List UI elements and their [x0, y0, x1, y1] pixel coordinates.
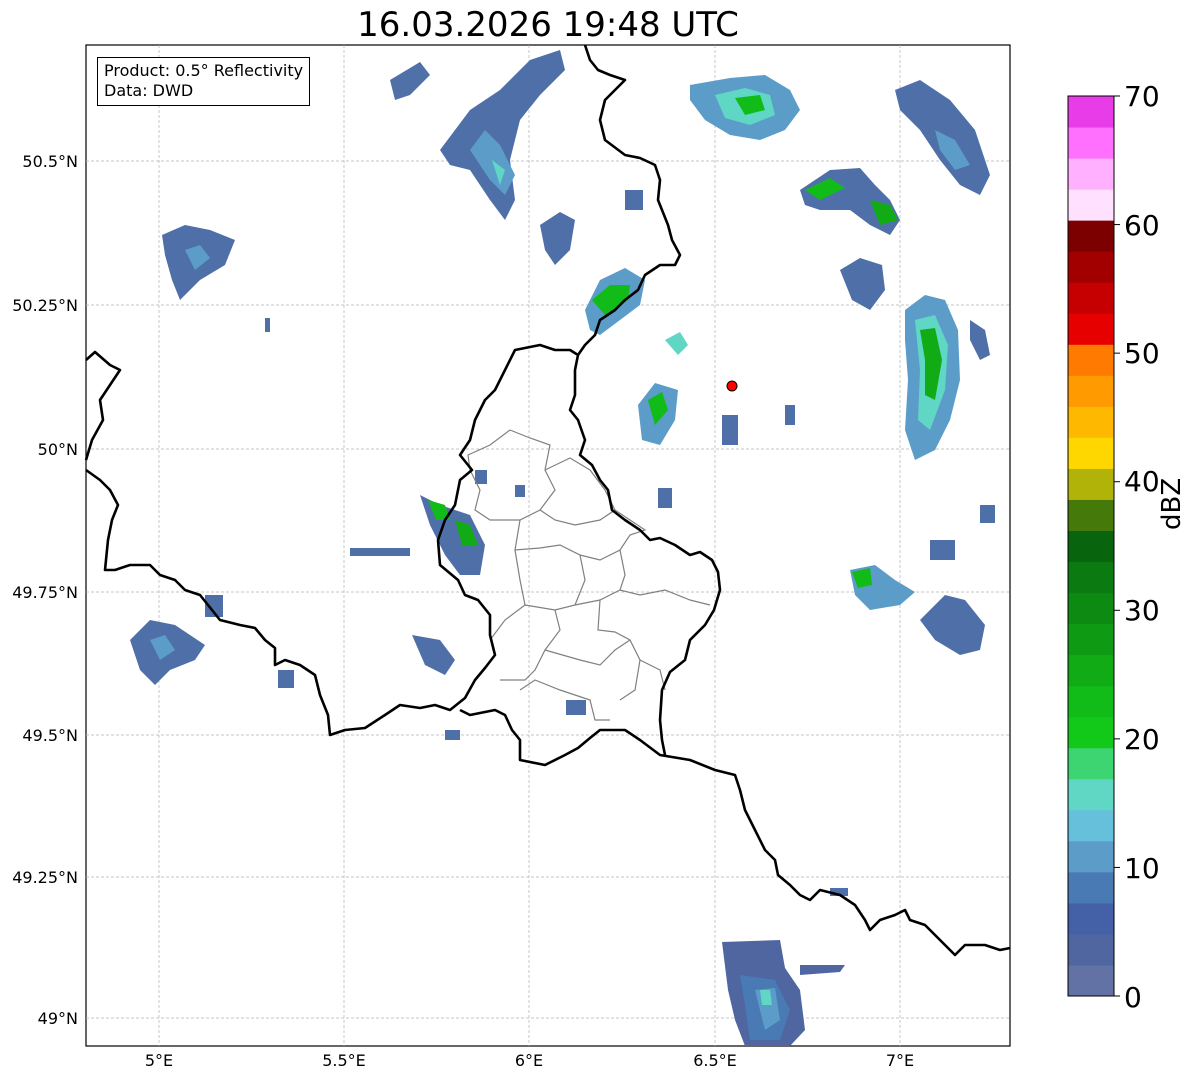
colorbar-segment [1068, 871, 1114, 904]
colorbar-segment [1068, 220, 1114, 252]
colorbar-segment [1068, 127, 1114, 159]
colorbar-segment [1068, 747, 1114, 780]
colorbar-segment [1068, 685, 1114, 718]
colorbar-tick: 30 [1124, 594, 1160, 627]
lon-label: 5°E [145, 1051, 173, 1070]
lon-label: 6°E [515, 1051, 543, 1070]
colorbar-segment [1068, 809, 1114, 842]
colorbar-segment [1068, 375, 1114, 407]
colorbar-label: dBZ [1157, 477, 1187, 530]
colorbar-tick: 60 [1124, 209, 1160, 242]
colorbar-segment [1068, 933, 1114, 966]
colorbar-segment [1068, 623, 1114, 656]
colorbar-segment [1068, 96, 1114, 128]
radar-map: 50.5°N 50.25°N 50°N 49.75°N 49.5°N 49.25… [12, 44, 1160, 1070]
colorbar-segment [1068, 964, 1114, 997]
colorbar-segment [1068, 344, 1114, 376]
colorbar-segment [1068, 158, 1114, 190]
colorbar-segment [1068, 592, 1114, 625]
lat-label: 50.5°N [22, 152, 78, 171]
colorbar-tick: 70 [1124, 80, 1160, 113]
colorbar-segment [1068, 561, 1114, 594]
lat-label: 49°N [38, 1009, 78, 1028]
data-source-label: Data: DWD [104, 81, 194, 100]
colorbar [1067, 95, 1120, 997]
longitude-labels: 5°E 5.5°E 6°E 6.5°E 7°E [145, 1051, 914, 1070]
radar-site-marker [726, 380, 738, 392]
colorbar-segment [1068, 313, 1114, 345]
colorbar-segment [1068, 468, 1114, 500]
colorbar-segment [1068, 189, 1114, 221]
colorbar-segment [1068, 778, 1114, 811]
lat-label: 50.25°N [12, 296, 78, 315]
lat-label: 49.75°N [12, 583, 78, 602]
colorbar-segment [1068, 251, 1114, 283]
colorbar-tick: 10 [1124, 852, 1160, 885]
colorbar-segment [1068, 902, 1114, 935]
colorbar-segment [1068, 840, 1114, 873]
colorbar-segment [1068, 499, 1114, 531]
lon-label: 7°E [886, 1051, 914, 1070]
colorbar-ticks: 0 10 20 30 40 50 60 70 [1124, 80, 1160, 1014]
colorbar-tick: 50 [1124, 337, 1160, 370]
colorbar-segment [1068, 406, 1114, 438]
colorbar-segment [1068, 282, 1114, 314]
product-label: Product: 0.5° Reflectivity [104, 61, 304, 80]
lat-label: 49.25°N [12, 868, 78, 887]
colorbar-tick: 40 [1124, 465, 1160, 498]
colorbar-tick: 20 [1124, 723, 1160, 756]
lat-label: 50°N [38, 440, 78, 459]
lon-label: 5.5°E [322, 1051, 366, 1070]
colorbar-segment [1068, 437, 1114, 469]
colorbar-segment [1068, 716, 1114, 749]
colorbar-tick: 0 [1124, 981, 1142, 1014]
colorbar-segment [1068, 654, 1114, 687]
colorbar-segment [1068, 530, 1114, 563]
product-info-box: Product: 0.5° Reflectivity Data: DWD [97, 57, 311, 106]
latitude-labels: 50.5°N 50.25°N 50°N 49.75°N 49.5°N 49.25… [12, 152, 78, 1028]
lon-label: 6.5°E [693, 1051, 737, 1070]
lat-label: 49.5°N [22, 726, 78, 745]
